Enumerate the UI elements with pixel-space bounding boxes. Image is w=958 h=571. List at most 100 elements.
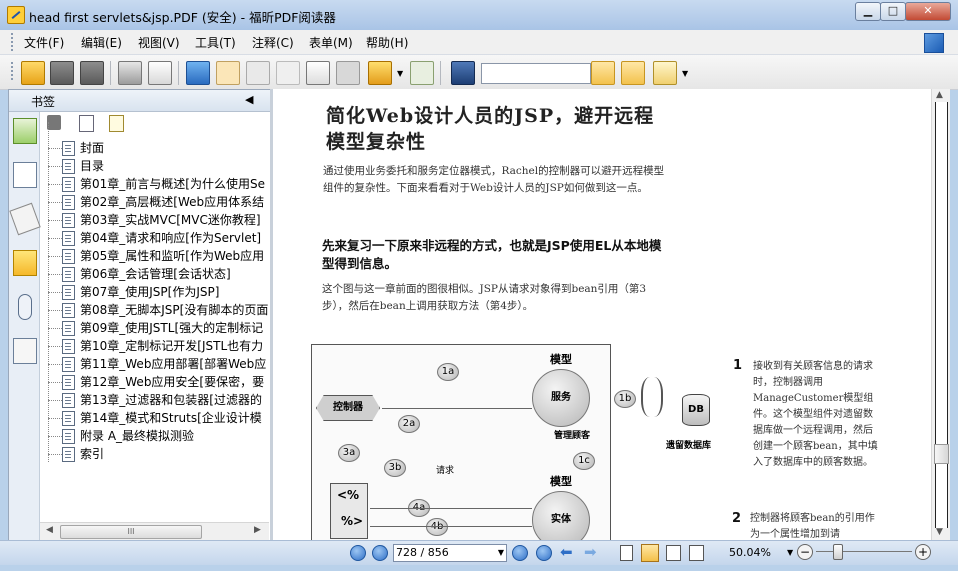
restore-icon[interactable] [924, 33, 944, 53]
maximize-button[interactable]: □ [880, 2, 906, 21]
hand-tool-icon[interactable] [216, 61, 240, 85]
bookmarks-tab-icon[interactable] [13, 118, 37, 144]
page-dropdown-icon[interactable]: ▼ [498, 545, 504, 561]
zoom-out-button[interactable]: − [797, 544, 813, 560]
zoom-slider-track[interactable] [816, 551, 912, 552]
previous-page-icon[interactable] [372, 545, 388, 561]
attachments-tab-icon[interactable] [18, 294, 32, 320]
tree-connector [48, 148, 62, 149]
collapse-panel-button[interactable]: ◀ [245, 93, 253, 106]
save-as-icon[interactable] [80, 61, 104, 85]
select-tool-icon[interactable] [276, 61, 300, 85]
bookmark-item[interactable]: 第06章_会话管理[会话状态] [40, 265, 269, 283]
next-result-icon[interactable] [621, 61, 645, 85]
comments-tab-icon[interactable] [13, 250, 37, 276]
bookmark-page-icon [62, 393, 75, 408]
bookmark-page-icon [62, 213, 75, 228]
foxit-app-icon[interactable] [7, 6, 25, 24]
first-page-icon[interactable] [350, 545, 366, 561]
bookmark-label: 索引 [80, 447, 105, 461]
zoom-slider-thumb[interactable] [833, 544, 843, 560]
text-select-icon[interactable] [306, 61, 330, 85]
bookmark-label: 第04章_请求和响应[作为Servlet] [80, 231, 262, 245]
print-icon[interactable] [118, 61, 142, 85]
layers-tab-icon[interactable] [9, 202, 41, 236]
menu-forms[interactable]: 表单(M) [309, 34, 353, 51]
bookmark-item[interactable]: 封面 [40, 139, 269, 157]
bookmark-item[interactable]: 索引 [40, 445, 269, 463]
bookmark-item[interactable]: 第05章_属性和监听[作为Web应用 [40, 247, 269, 265]
window-title: head first servlets&jsp.PDF (安全) - 福昕PDF… [29, 10, 336, 25]
bookmark-label: 附录 A_最终模拟测验 [80, 429, 195, 443]
menu-tools[interactable]: 工具(T) [195, 34, 236, 51]
zoom-in-button[interactable]: + [915, 544, 931, 560]
page-number-field[interactable]: 728 / 856 ▼ [393, 544, 507, 562]
close-button[interactable]: ✕ [905, 2, 951, 21]
bookmark-item[interactable]: 附录 A_最终模拟测验 [40, 427, 269, 445]
bookmark-item[interactable]: 目录 [40, 157, 269, 175]
rms-dropdown-icon[interactable]: ▼ [397, 69, 403, 78]
zoom-dropdown-icon[interactable]: ▼ [787, 548, 793, 557]
bookmark-item[interactable]: 第04章_请求和响应[作为Servlet] [40, 229, 269, 247]
single-page-icon[interactable] [620, 545, 633, 561]
vertical-scrollbar[interactable]: ▲ ▼ [931, 89, 950, 540]
bookmark-item[interactable]: 第13章_过滤器和包装器[过滤器的 [40, 391, 269, 409]
toolbar-separator [178, 61, 179, 85]
zoom-tool-icon[interactable] [246, 61, 270, 85]
scroll-left-icon[interactable]: ◀ [46, 525, 53, 535]
add-bookmark-icon[interactable] [79, 115, 94, 132]
vertical-scroll-thumb[interactable] [934, 444, 949, 464]
rms-icon[interactable] [368, 61, 392, 85]
bookmark-item[interactable]: 第12章_Web应用安全[要保密，要 [40, 373, 269, 391]
delete-bookmark-icon[interactable] [47, 115, 61, 130]
continuous-page-icon[interactable] [641, 544, 659, 562]
bookmark-item[interactable]: 第10章_定制标记开发[JSTL也有力 [40, 337, 269, 355]
menu-help[interactable]: 帮助(H) [366, 34, 408, 51]
scroll-down-icon[interactable]: ▼ [936, 527, 943, 537]
menu-view[interactable]: 视图(V) [138, 34, 180, 51]
snapshot-icon[interactable] [336, 61, 360, 85]
bookmark-item[interactable]: 第08章_无脚本JSP[没有脚本的页面 [40, 301, 269, 319]
horizontal-scrollbar[interactable]: ◀ III ▶ [40, 522, 269, 540]
find-icon[interactable] [451, 61, 475, 85]
prev-result-icon[interactable] [591, 61, 615, 85]
status-bar: 728 / 856 ▼ ⬅ ➡ 50.04% ▼ − + [0, 540, 958, 565]
menu-file[interactable]: 文件(F) [24, 34, 64, 51]
scroll-up-icon[interactable]: ▲ [936, 90, 943, 100]
toolbar-grip[interactable] [11, 62, 16, 80]
highlight-dropdown-icon[interactable]: ▼ [682, 69, 688, 78]
tree-connector [48, 238, 62, 239]
email-icon[interactable] [148, 61, 172, 85]
facing-pages-icon[interactable] [666, 545, 681, 561]
bookmark-item[interactable]: 第03章_实战MVC[MVC迷你教程] [40, 211, 269, 229]
forward-view-icon[interactable]: ➡ [584, 544, 597, 560]
bookmark-item[interactable]: 第07章_使用JSP[作为JSP] [40, 283, 269, 301]
open-folder-icon[interactable] [21, 61, 45, 85]
signatures-tab-icon[interactable] [13, 338, 37, 364]
full-screen-icon[interactable] [186, 61, 210, 85]
scroll-right-icon[interactable]: ▶ [254, 525, 261, 535]
zoom-level[interactable]: 50.04% [729, 546, 771, 559]
last-page-icon[interactable] [536, 545, 552, 561]
menu-comments[interactable]: 注释(C) [252, 34, 294, 51]
back-view-icon[interactable]: ⬅ [560, 544, 573, 560]
highlight-icon[interactable] [653, 61, 677, 85]
vertical-scroll-track[interactable] [935, 102, 948, 528]
minimize-button[interactable]: ▁ [855, 2, 881, 21]
bookmark-item[interactable]: 第01章_前言与概述[为什么使用Se [40, 175, 269, 193]
continuous-facing-icon[interactable] [689, 545, 704, 561]
save-icon[interactable] [50, 61, 74, 85]
next-page-icon[interactable] [512, 545, 528, 561]
bookmark-item[interactable]: 第09章_使用JSTL[强大的定制标记 [40, 319, 269, 337]
bookmark-item[interactable]: 第14章_模式和Struts[企业设计模 [40, 409, 269, 427]
horizontal-scroll-thumb[interactable]: III [60, 525, 202, 539]
bookmark-properties-icon[interactable] [109, 115, 124, 132]
sign-icon[interactable] [410, 61, 434, 85]
bookmark-item[interactable]: 第11章_Web应用部署[部署Web应 [40, 355, 269, 373]
search-input[interactable] [481, 63, 591, 84]
document-view[interactable]: 简化Web设计人员的JSP，避开远程 模型复杂性 通过使用业务委托和服务定位器模… [273, 89, 931, 540]
menu-edit[interactable]: 编辑(E) [81, 34, 122, 51]
menu-grip[interactable] [11, 33, 16, 51]
pages-tab-icon[interactable] [13, 162, 37, 188]
bookmark-item[interactable]: 第02章_高层概述[Web应用体系结 [40, 193, 269, 211]
